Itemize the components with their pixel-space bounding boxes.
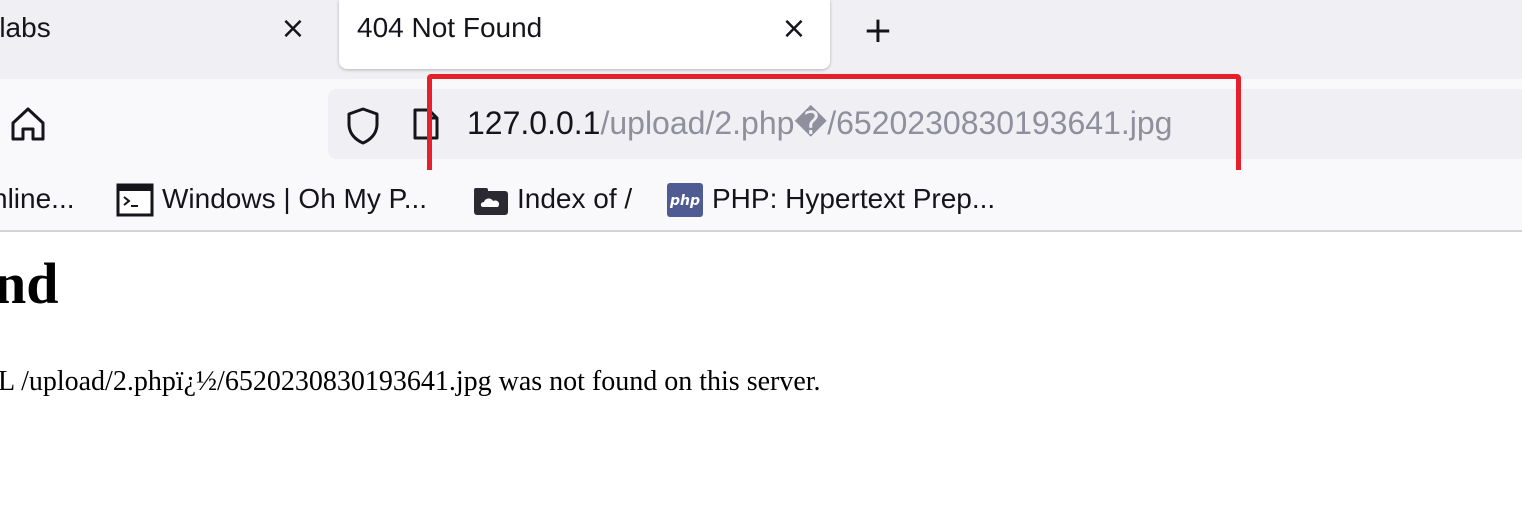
page-icon[interactable]: [410, 106, 442, 142]
tab-title: -labs: [0, 12, 51, 43]
url-path: /upload/2.php�/6520230830193641.jpg: [600, 105, 1173, 141]
shield-icon[interactable]: [345, 106, 381, 146]
tab-title: 404 Not Found: [357, 12, 543, 43]
bookmark-label: Index of /: [517, 183, 633, 214]
bookmark-label: PHP: Hypertext Prep...: [712, 183, 996, 214]
page-heading: nd: [0, 251, 59, 316]
home-icon[interactable]: [8, 104, 48, 144]
url-host: 127.0.0.1: [467, 105, 601, 141]
cloud-folder-icon: [474, 188, 508, 215]
svg-text:php: php: [669, 193, 700, 209]
close-icon[interactable]: ×: [777, 12, 811, 46]
url-text[interactable]: 127.0.0.1/upload/2.php�/6520230830193641…: [467, 104, 1172, 142]
close-icon[interactable]: ×: [276, 12, 310, 46]
bookmark-label: Windows | Oh My P...: [162, 183, 428, 214]
new-tab-button[interactable]: +: [858, 11, 898, 51]
php-icon: php: [667, 183, 703, 217]
tab-labs[interactable]: -labs ×: [0, 0, 320, 69]
terminal-icon: [116, 183, 154, 217]
bookmark-label: nline...: [0, 183, 75, 214]
error-message: L /upload/2.phpï¿½/6520230830193641.jpg …: [0, 366, 821, 397]
tab-404-not-found[interactable]: 404 Not Found ×: [339, 0, 830, 69]
